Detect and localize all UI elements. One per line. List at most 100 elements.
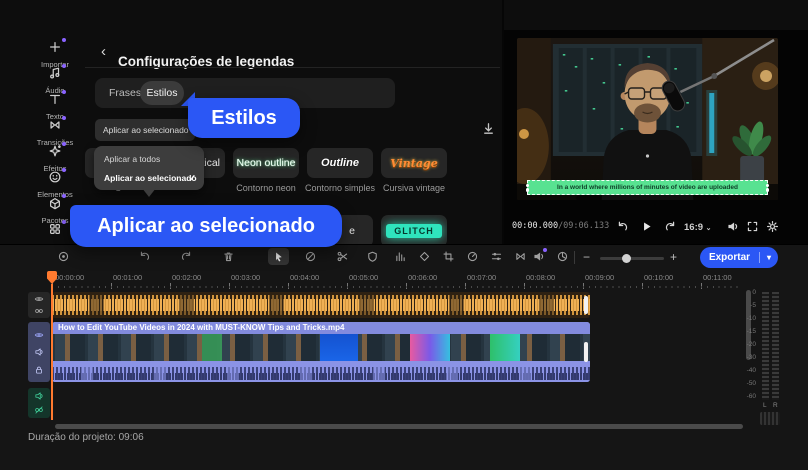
sparkle-icon [47, 142, 66, 158]
track-header-music [28, 388, 50, 418]
horizontal-scrollbar[interactable] [55, 424, 743, 429]
divider [85, 67, 500, 68]
plus-icon [47, 38, 66, 54]
shield-icon[interactable] [366, 250, 379, 263]
zoom-out-button[interactable]: − [583, 250, 590, 264]
meter-bar-right [772, 292, 779, 400]
sidebar-item-importar[interactable]: Importar [28, 38, 82, 69]
video-still-podcaster [517, 38, 778, 200]
menu-tail [142, 188, 156, 197]
link-icon[interactable] [34, 306, 44, 316]
callout-estilos: Estilos [188, 98, 300, 138]
text-icon [47, 90, 66, 106]
grid-icon [47, 220, 66, 236]
back-chevron-icon[interactable]: ‹ [101, 43, 106, 60]
eye-icon[interactable] [34, 330, 44, 340]
keyframe-icon[interactable] [418, 250, 431, 263]
timeline-volume-icon[interactable] [532, 248, 547, 263]
timeline-zoom-slider[interactable] [600, 254, 664, 263]
caption-left-handle[interactable] [524, 183, 531, 192]
chevron-down-icon[interactable]: ▾ [760, 253, 778, 262]
divider [574, 251, 575, 264]
notification-dot [62, 194, 66, 198]
step-back-icon[interactable] [616, 220, 629, 233]
tab-frases[interactable]: Frases [109, 78, 141, 108]
chevron-down-icon: ⌄ [705, 225, 712, 232]
check-icon: ✓ [188, 173, 196, 183]
render-preview-icon[interactable] [556, 250, 569, 263]
notification-dot [62, 38, 66, 42]
gear-icon[interactable] [766, 220, 779, 233]
notification-dot [62, 168, 66, 172]
track-header-video [28, 322, 50, 382]
adjust-sliders-icon[interactable] [490, 250, 503, 263]
video-preview[interactable]: In a world where millions of minutes of … [517, 38, 778, 200]
link-off-icon[interactable] [34, 405, 44, 415]
style-card-outline[interactable]: Outline [307, 148, 373, 178]
play-button[interactable] [640, 220, 653, 233]
aspect-ratio-selector[interactable]: 16:9 ⌄ [684, 222, 712, 233]
clip-trim-handle[interactable] [584, 342, 588, 362]
volume-icon[interactable] [34, 391, 44, 401]
zoom-in-button[interactable]: + [670, 250, 677, 264]
style-caption: Cursiva vintage [382, 183, 446, 193]
style-card-neon-outline[interactable]: Neon outline [233, 148, 299, 178]
step-forward-icon[interactable] [664, 220, 677, 233]
notification-dot [62, 90, 66, 94]
fullscreen-icon[interactable] [746, 220, 759, 233]
clip-filename: How to Edit YouTube Videos in 2024 with … [52, 322, 590, 334]
tab-estilos[interactable]: Estilos [140, 81, 184, 105]
snap-off-icon[interactable] [304, 250, 317, 263]
sidebar-item-audio[interactable]: Áudio [28, 64, 82, 95]
undo-icon[interactable] [138, 250, 151, 263]
sidebar-item-efeitos[interactable]: Efeitos [28, 142, 82, 173]
sidebar-item-transicoes[interactable]: Transições [28, 116, 82, 147]
notification-dot [62, 116, 66, 120]
apply-dropdown-menu: Aplicar a todos Aplicar ao selecionado ✓ [94, 146, 204, 190]
trash-icon[interactable] [222, 250, 235, 263]
caption-right-handle[interactable] [764, 183, 771, 192]
eye-icon[interactable] [34, 294, 44, 304]
smiley-icon [47, 168, 66, 184]
clip-thumbnails [52, 334, 590, 361]
music-note-icon [47, 64, 66, 80]
package-icon [47, 194, 66, 210]
apply-to-selected-button[interactable]: Aplicar ao selecionado [95, 119, 195, 141]
zoom-slider-thumb[interactable] [622, 254, 631, 263]
cursor-select-tool[interactable] [268, 248, 289, 265]
menu-item-apply-selected[interactable]: Aplicar ao selecionado ✓ [94, 168, 204, 188]
menu-item-apply-all[interactable]: Aplicar a todos [94, 149, 204, 169]
video-clip[interactable]: How to Edit YouTube Videos in 2024 with … [52, 322, 590, 382]
track-header-audio [28, 292, 50, 318]
vertical-scrollbar[interactable] [746, 290, 751, 360]
timeline-ruler[interactable]: 00:00:00 00:01:00 00:02:00 00:03:00 00:0… [0, 271, 745, 290]
download-icon[interactable] [481, 121, 496, 136]
style-card-glitch[interactable]: GLITCH [381, 215, 447, 247]
player-bar: 00:00.000/09:06.133 16:9 ⌄ [508, 215, 804, 239]
notification-dot [543, 248, 547, 252]
caption-overlay[interactable]: In a world where millions of minutes of … [524, 180, 771, 195]
crop-icon[interactable] [442, 250, 455, 263]
volume-icon[interactable] [34, 347, 44, 357]
lock-icon[interactable] [34, 365, 44, 375]
second-ticks [52, 286, 742, 288]
sidebar-item-texto[interactable]: Texto [28, 90, 82, 121]
meter-bar-left [762, 292, 769, 400]
clip-audio-waveform [52, 361, 590, 382]
export-button[interactable]: Exportar ▾ [700, 247, 778, 268]
speed-icon[interactable] [466, 250, 479, 263]
transition-icon[interactable] [514, 250, 527, 263]
volume-icon[interactable] [726, 220, 739, 233]
clip-trim-handle[interactable] [584, 296, 588, 314]
notification-dot [62, 220, 66, 224]
audio-waveform-clip[interactable] [52, 292, 590, 318]
playhead-line [51, 284, 53, 420]
video-editor-app: Importar Áudio Texto Transições Efeitos … [0, 0, 808, 470]
meter-peak-box [760, 412, 780, 425]
redo-icon[interactable] [180, 250, 193, 263]
callout-apply-selected: Aplicar ao selecionado [70, 205, 342, 247]
split-scissors-icon[interactable] [336, 250, 349, 263]
record-icon[interactable] [57, 250, 70, 263]
fade-icon[interactable] [394, 250, 407, 263]
style-card-vintage[interactable]: Vintage [381, 148, 447, 178]
